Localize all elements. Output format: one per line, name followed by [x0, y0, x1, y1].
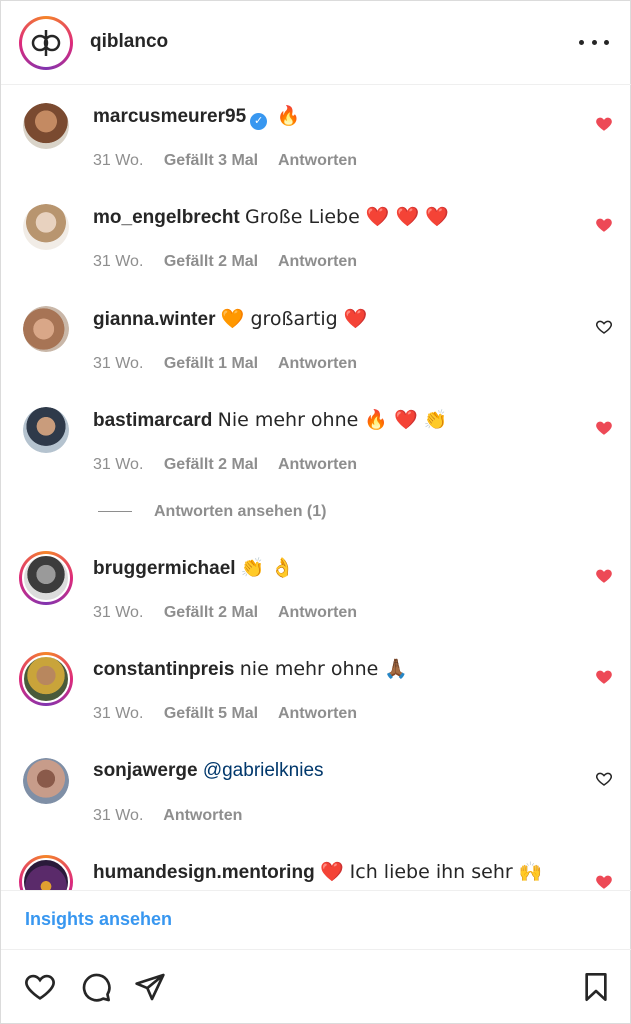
profile-username[interactable]: qiblanco [90, 31, 168, 53]
comment-username[interactable]: bruggermichael [93, 558, 236, 579]
post-panel: qiblanco marcusmeurer95 ✓ 🔥 31 Wo. Gefäll… [0, 0, 631, 1024]
reply-button[interactable]: Antworten [278, 705, 357, 722]
comment-likes[interactable]: Gefällt 1 Mal [164, 355, 258, 372]
heart-filled-icon[interactable] [595, 668, 613, 686]
avatar[interactable] [19, 855, 73, 890]
heart-filled-icon[interactable] [595, 567, 613, 585]
action-bar [1, 951, 631, 1024]
more-horizontal-icon[interactable] [579, 29, 609, 55]
comment-likes[interactable]: Gefällt 5 Mal [164, 705, 258, 722]
reply-button[interactable]: Antworten [278, 355, 357, 372]
heart-filled-icon[interactable] [595, 115, 613, 133]
heart-outline-icon[interactable] [595, 318, 613, 336]
profile-avatar[interactable] [19, 16, 73, 70]
comment-text: bastimarcard Nie mehr ohne 🔥 ❤️ 👏 [93, 408, 447, 433]
avatar[interactable] [23, 103, 69, 149]
comment-time[interactable]: 31 Wo. [93, 152, 143, 169]
comments-list[interactable]: marcusmeurer95 ✓ 🔥 31 Wo. Gefällt 3 Mal A… [1, 86, 631, 890]
heart-filled-icon[interactable] [595, 419, 613, 437]
view-replies-label: Antworten ansehen (1) [154, 503, 327, 520]
comment-text: gianna.winter 🧡 großartig ❤️ [93, 307, 367, 332]
bookmark-icon[interactable] [580, 971, 612, 1003]
comment-body: 👏 👌 [240, 557, 295, 579]
comment-likes[interactable]: Gefällt 2 Mal [164, 604, 258, 621]
comment-body: Große Liebe ❤️ ❤️ ❤️ [245, 206, 449, 228]
comment-icon[interactable] [80, 971, 112, 1003]
comment-time[interactable]: 31 Wo. [93, 807, 143, 824]
comment-username[interactable]: mo_engelbrecht [93, 207, 240, 228]
comment-item: gianna.winter 🧡 großartig ❤️ 31 Wo. Gefä… [1, 289, 631, 389]
comment-meta: 31 Wo. Gefällt 1 Mal Antworten [93, 355, 373, 373]
avatar[interactable] [23, 758, 69, 804]
comment-body: 🔥 [276, 105, 301, 127]
comment-item: bruggermichael 👏 👌 31 Wo. Gefällt 2 Mal … [1, 538, 631, 638]
comment-text: mo_engelbrecht Große Liebe ❤️ ❤️ ❤️ [93, 205, 449, 230]
comment-text: sonjawerge @gabrielknies [93, 759, 324, 783]
comment-username[interactable]: bastimarcard [93, 410, 212, 431]
avatar[interactable] [19, 652, 73, 706]
comment-time[interactable]: 31 Wo. [93, 456, 143, 473]
comment-username[interactable]: constantinpreis [93, 659, 234, 680]
reply-button[interactable]: Antworten [278, 456, 357, 473]
avatar[interactable] [23, 407, 69, 453]
comment-body: nie mehr ohne 🙏🏾 [239, 658, 409, 680]
comment-text: humandesign.mentoring ❤️ Ich liebe ihn s… [93, 860, 542, 885]
comment-item: sonjawerge @gabrielknies 31 Wo. Antworte… [1, 741, 631, 841]
comment-body: Nie mehr ohne 🔥 ❤️ 👏 [217, 409, 448, 431]
comment-text: constantinpreis nie mehr ohne 🙏🏾 [93, 657, 408, 682]
comment-item: marcusmeurer95 ✓ 🔥 31 Wo. Gefällt 3 Mal A… [1, 86, 631, 186]
reply-button[interactable]: Antworten [163, 807, 242, 824]
comment-item: humandesign.mentoring ❤️ Ich liebe ihn s… [1, 842, 631, 890]
comment-item: bastimarcard Nie mehr ohne 🔥 ❤️ 👏 31 Wo.… [1, 390, 631, 490]
insights-bar: Insights ansehen [1, 890, 631, 950]
reply-button[interactable]: Antworten [278, 253, 357, 270]
comment-meta: 31 Wo. Gefällt 5 Mal Antworten [93, 705, 373, 723]
avatar[interactable] [23, 204, 69, 250]
heart-filled-icon[interactable] [595, 216, 613, 234]
comment-meta: 31 Wo. Gefällt 3 Mal Antworten [93, 152, 373, 170]
insights-link[interactable]: Insights ansehen [25, 909, 172, 930]
comment-likes[interactable]: Gefällt 2 Mal [164, 253, 258, 270]
share-icon[interactable] [134, 971, 166, 1003]
comment-time[interactable]: 31 Wo. [93, 355, 143, 372]
view-replies-button[interactable]: Antworten ansehen (1) [98, 503, 326, 521]
reply-button[interactable]: Antworten [278, 152, 357, 169]
comment-text: bruggermichael 👏 👌 [93, 556, 294, 581]
comment-username[interactable]: humandesign.mentoring [93, 862, 315, 883]
avatar[interactable] [19, 551, 73, 605]
comment-likes[interactable]: Gefällt 3 Mal [164, 152, 258, 169]
post-header: qiblanco [1, 1, 631, 85]
verified-icon: ✓ [250, 113, 268, 130]
comment-meta: 31 Wo. Gefällt 2 Mal Antworten [93, 604, 373, 622]
comment-time[interactable]: 31 Wo. [93, 604, 143, 621]
heart-filled-icon[interactable] [595, 873, 613, 890]
comment-item: constantinpreis nie mehr ohne 🙏🏾 31 Wo. … [1, 639, 631, 739]
comment-body: 🧡 großartig ❤️ [220, 308, 368, 330]
comment-username[interactable]: marcusmeurer95 [93, 106, 246, 127]
comment-time[interactable]: 31 Wo. [93, 253, 143, 270]
comment-item: mo_engelbrecht Große Liebe ❤️ ❤️ ❤️ 31 W… [1, 187, 631, 287]
heart-outline-icon[interactable] [595, 770, 613, 788]
comment-meta: 31 Wo. Gefällt 2 Mal Antworten [93, 253, 373, 271]
reply-button[interactable]: Antworten [278, 604, 357, 621]
comment-likes[interactable]: Gefällt 2 Mal [164, 456, 258, 473]
comment-mention[interactable]: @gabrielknies [203, 760, 324, 781]
comment-username[interactable]: sonjawerge [93, 760, 198, 781]
replies-divider [98, 511, 132, 513]
heart-icon[interactable] [24, 971, 56, 1003]
avatar[interactable] [23, 306, 69, 352]
comment-username[interactable]: gianna.winter [93, 309, 215, 330]
comment-meta: 31 Wo. Antworten [93, 807, 258, 825]
comment-body: ❤️ Ich liebe ihn sehr 🙌 [319, 861, 543, 883]
comment-text: marcusmeurer95 ✓ 🔥 [93, 104, 300, 130]
comment-time[interactable]: 31 Wo. [93, 705, 143, 722]
qiblanco-logo [22, 19, 70, 67]
comment-meta: 31 Wo. Gefällt 2 Mal Antworten [93, 456, 373, 474]
